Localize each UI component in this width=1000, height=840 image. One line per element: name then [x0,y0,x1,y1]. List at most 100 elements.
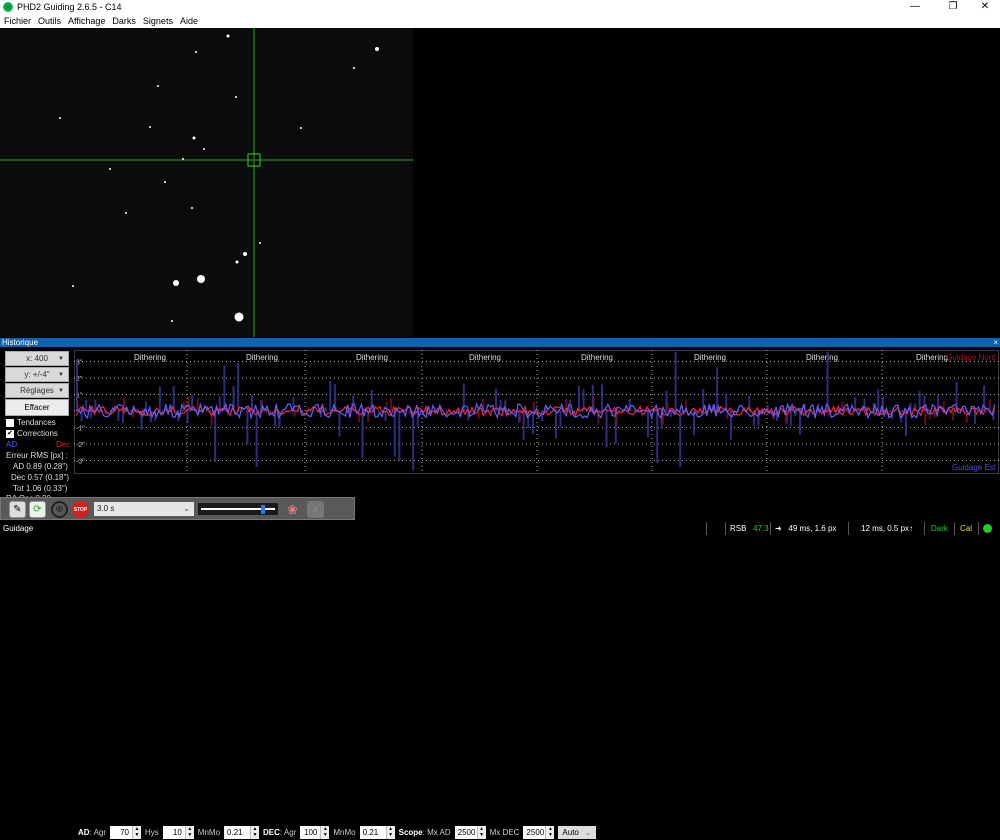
ad-hys-value[interactable]: 10 [163,826,185,839]
guide-button[interactable]: ⊕ [51,501,68,518]
rms-tot: Tot 1.06 (0.33") [13,484,67,493]
x-scale-dropdown[interactable]: x: 400▼ [5,351,69,366]
ra-correction-bar [877,389,879,411]
ad-mnmo-stepper[interactable]: 0.21▲▼ [224,826,259,839]
ra-correction-bar [905,411,907,436]
alert-button[interactable]: ⌕ [307,501,324,518]
camera-frame [0,28,413,337]
camera-view[interactable] [0,28,1000,337]
dec-mnmo-value[interactable]: 0.21 [360,826,386,839]
exposure-dropdown[interactable]: 3.0 s⌄ [94,502,194,516]
mx-dec-label: Mx DEC [490,828,520,837]
star-field[interactable] [0,28,1000,337]
y-tick-label: -2" [76,442,85,449]
dec-agr-stepper[interactable]: 100▲▼ [300,826,329,839]
star [235,313,244,322]
dec-correction-bar [293,411,295,417]
spin-arrows-icon[interactable]: ▲▼ [545,826,554,839]
ra-correction-bar [523,411,525,440]
chevron-down-icon: ▼ [58,372,64,378]
spin-arrows-icon[interactable]: ▲▼ [185,826,194,839]
ad-agr-value[interactable]: 70 [110,826,132,839]
menu-affichage[interactable]: Affichage [68,16,105,26]
spin-arrows-icon[interactable]: ▲▼ [132,826,141,839]
ad-hys-stepper[interactable]: 10▲▼ [163,826,194,839]
dec-correction-bar [390,398,392,411]
ra-correction-bar [90,411,92,419]
ra-correction-bar [325,407,327,411]
arrow-east-icon: ➜ [775,524,782,533]
brain-button[interactable]: ❀ [284,501,301,518]
stop-icon: STOP [74,507,88,513]
ra-correction-bar [679,411,681,467]
corrections-checkbox[interactable]: ✔Corrections [6,429,58,438]
mx-dec-stepper[interactable]: 2500▲▼ [523,826,554,839]
checkmark-icon[interactable]: ✔ [6,430,14,438]
dec-correction-bar [556,409,558,411]
history-close-button[interactable]: × [993,338,998,347]
star [197,275,205,283]
star [259,242,261,244]
close-button[interactable]: ✕ [970,0,1000,14]
star [182,158,184,160]
mx-ad-value[interactable]: 2500 [455,826,477,839]
dec-correction-bar [666,403,668,411]
loop-icon: ⟳ [33,504,41,515]
spin-arrows-icon[interactable]: ▲▼ [250,826,259,839]
mx-dec-value[interactable]: 2500 [523,826,545,839]
chevron-down-icon: ▼ [58,388,64,394]
star [195,51,197,53]
menu-aide[interactable]: Aide [180,16,198,26]
dither-label: Dithering [356,353,388,362]
connect-gear-button[interactable]: ✎ [9,501,26,518]
star [193,137,196,140]
minimize-button[interactable]: — [900,0,930,14]
checkbox-box[interactable] [6,419,14,427]
menu-signets[interactable]: Signets [143,16,173,26]
stop-button[interactable]: STOP [72,501,89,518]
y-scale-dropdown[interactable]: y: +/-4"▼ [5,367,69,382]
dec-correction-bar [409,411,411,414]
gamma-slider[interactable] [198,503,278,515]
connected-led-icon [983,524,992,533]
ra-correction-bar [670,411,672,417]
menu-fichier[interactable]: Fichier [4,16,31,26]
star [236,261,239,264]
dec-mnmo-stepper[interactable]: 0.21▲▼ [360,826,395,839]
guide-params: AD: Agr 70▲▼ Hys 10▲▼ MnMo 0.21▲▼ DEC: A… [78,825,596,840]
slider-thumb[interactable] [261,505,265,514]
legend-east: Guidage Est [952,463,997,472]
ra-correction-bar [555,411,557,438]
dec-correction-bar [924,411,926,425]
settings-label: Réglages [20,386,54,395]
menu-outils[interactable]: Outils [38,16,61,26]
dec-agr-value[interactable]: 100 [300,826,320,839]
dither-label: Dithering [581,353,613,362]
ad-agr-stepper[interactable]: 70▲▼ [110,826,141,839]
history-title-bar: Historique × [0,338,1000,347]
menu-darks[interactable]: Darks [112,16,136,26]
spin-arrows-icon[interactable]: ▲▼ [320,826,329,839]
settings-dropdown[interactable]: Réglages ▼ [5,383,69,398]
loop-button[interactable]: ⟳ [29,501,46,518]
y-tick-label: -3" [76,459,85,466]
guide-graph[interactable]: 3"2"1"-1"-2"-3"DitheringDitheringDitheri… [74,350,999,474]
spin-arrows-icon[interactable]: ▲▼ [477,826,486,839]
clear-button[interactable]: Effacer [5,399,69,416]
ad-mnmo-value[interactable]: 0.21 [224,826,250,839]
cal-indicator: Cal [954,522,972,535]
chevron-down-icon: ⌄ [183,502,190,516]
legend-north: Guidage Nord [946,353,996,362]
dec-legend: Dec [56,440,70,449]
ad-agr-label: AD: Agr [78,828,106,837]
spin-arrows-icon[interactable]: ▲▼ [386,826,395,839]
mx-ad-stepper[interactable]: 2500▲▼ [455,826,486,839]
rms-title: Erreur RMS [px] : [6,451,68,460]
rms-dec: Dec 0.57 (0.18") [11,473,69,482]
ra-correction-bar [606,411,608,447]
corrections-label: Corrections [17,429,58,438]
dec-agr-label: DEC: Agr [263,828,296,837]
mode-dropdown[interactable]: Auto⌄ [558,826,595,839]
trends-checkbox[interactable]: Tendances [6,418,56,427]
maximize-button[interactable]: ❐ [938,0,968,14]
